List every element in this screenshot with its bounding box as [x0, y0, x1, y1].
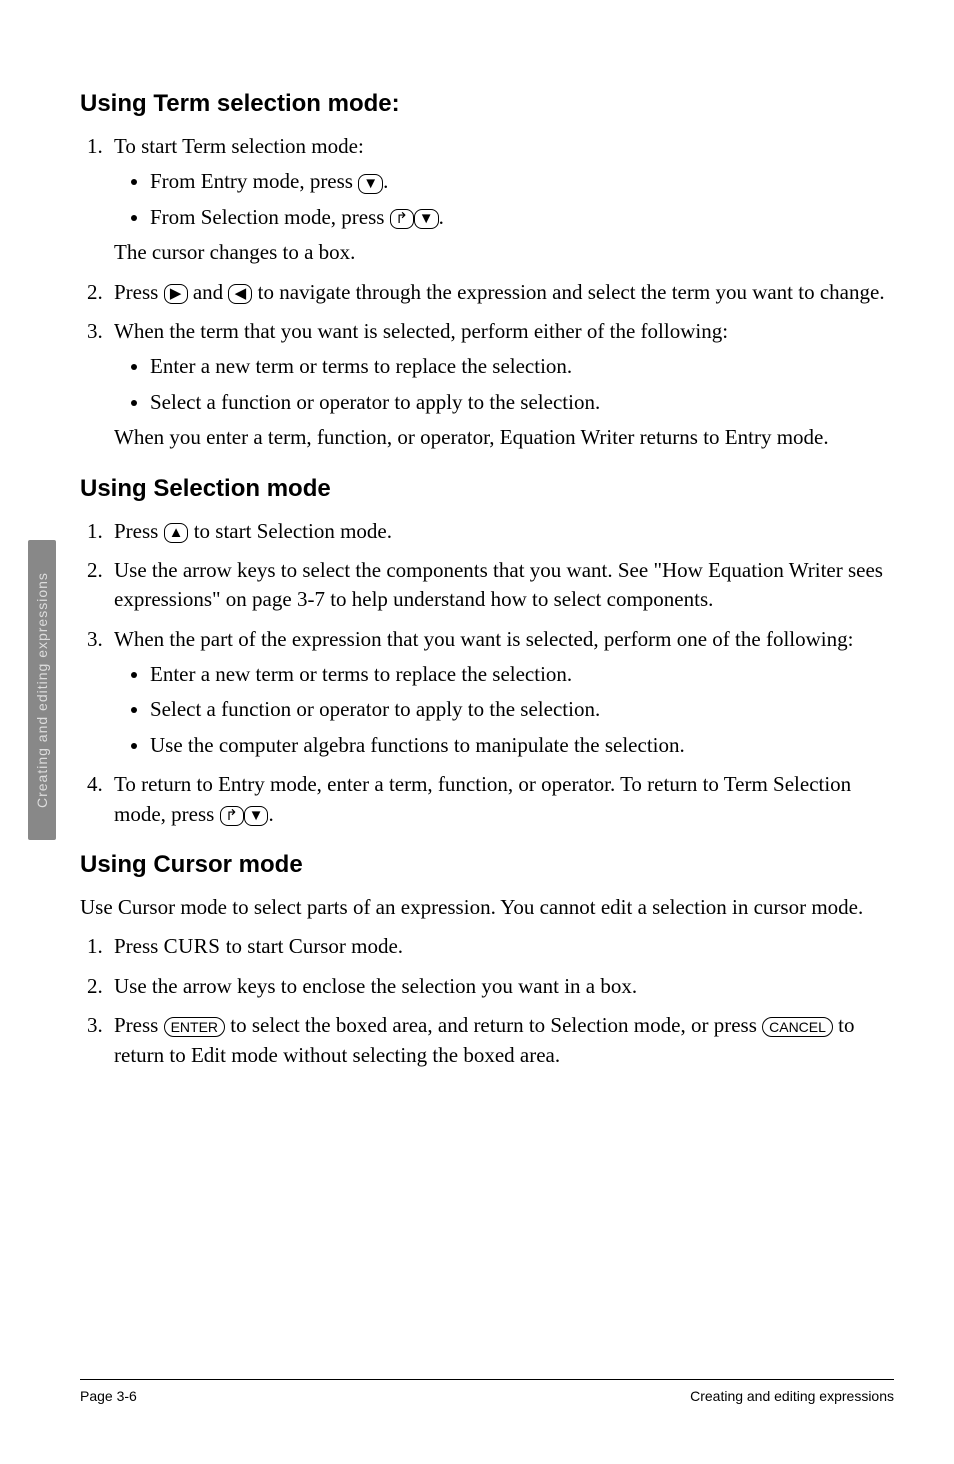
key-shift-icon: ↱ [390, 209, 414, 229]
key-enter: ENTER [164, 1017, 225, 1037]
heading-term-selection: Using Term selection mode: [80, 90, 894, 118]
text: The cursor changes to a box. [114, 238, 894, 267]
text: From Selection mode, press [150, 205, 390, 229]
page-content: Using Term selection mode: To start Term… [0, 0, 954, 1464]
text: . [268, 802, 273, 826]
list-item: Enter a new term or terms to replace the… [150, 660, 894, 689]
list-item: Press ▶ and ◀ to navigate through the ex… [108, 278, 894, 307]
list-item: Use the arrow keys to select the compone… [108, 556, 894, 615]
curs-label: CURS [164, 934, 221, 958]
page-footer: Page 3-6 Creating and editing expression… [80, 1379, 894, 1404]
text: to start Cursor mode. [220, 934, 403, 958]
cursor-mode-list: Press CURS to start Cursor mode. Use the… [80, 932, 894, 1070]
heading-cursor-mode: Using Cursor mode [80, 851, 894, 879]
text: to navigate through the expression and s… [252, 280, 884, 304]
text: When the part of the expression that you… [114, 627, 853, 651]
list-item: Press ▲ to start Selection mode. [108, 517, 894, 546]
list-item: When the part of the expression that you… [108, 625, 894, 761]
list-item: Select a function or operator to apply t… [150, 388, 894, 417]
key-down-icon: ▼ [414, 209, 439, 229]
list-item: Use the computer algebra functions to ma… [150, 731, 894, 760]
list-item: Press CURS to start Cursor mode. [108, 932, 894, 961]
text: and [188, 280, 229, 304]
list-item: From Selection mode, press ↱▼. [150, 203, 894, 232]
footer-section-title: Creating and editing expressions [690, 1388, 894, 1404]
list-item: When the term that you want is selected,… [108, 317, 894, 453]
text: From Entry mode, press [150, 169, 358, 193]
text: Press [114, 1013, 164, 1037]
list-item: Use the arrow keys to enclose the select… [108, 972, 894, 1001]
key-shift-icon: ↱ [220, 806, 244, 826]
text: When the term that you want is selected,… [114, 319, 728, 343]
text: Press [114, 519, 164, 543]
key-right-icon: ▶ [164, 284, 188, 304]
text: To start Term selection mode: [114, 134, 364, 158]
list-item: Enter a new term or terms to replace the… [150, 352, 894, 381]
selection-mode-list: Press ▲ to start Selection mode. Use the… [80, 517, 894, 830]
list-item: To start Term selection mode: From Entry… [108, 132, 894, 268]
heading-selection-mode: Using Selection mode [80, 475, 894, 503]
key-cancel: CANCEL [762, 1017, 833, 1037]
text: . [383, 169, 388, 193]
text: Press [114, 280, 164, 304]
key-down-icon: ▼ [358, 174, 383, 194]
list-item: Press ENTER to select the boxed area, an… [108, 1011, 894, 1070]
key-down-icon: ▼ [244, 806, 269, 826]
intro-text: Use Cursor mode to select parts of an ex… [80, 893, 894, 922]
list-item: From Entry mode, press ▼. [150, 167, 894, 196]
text: to start Selection mode. [188, 519, 392, 543]
footer-page-number: Page 3-6 [80, 1388, 137, 1404]
list-item: Select a function or operator to apply t… [150, 695, 894, 724]
text: Press [114, 934, 164, 958]
key-left-icon: ◀ [228, 284, 252, 304]
text: to select the boxed area, and return to … [225, 1013, 762, 1037]
text: . [439, 205, 444, 229]
text: When you enter a term, function, or oper… [114, 423, 894, 452]
term-selection-list: To start Term selection mode: From Entry… [80, 132, 894, 453]
list-item: To return to Entry mode, enter a term, f… [108, 770, 894, 829]
key-up-icon: ▲ [164, 523, 189, 543]
